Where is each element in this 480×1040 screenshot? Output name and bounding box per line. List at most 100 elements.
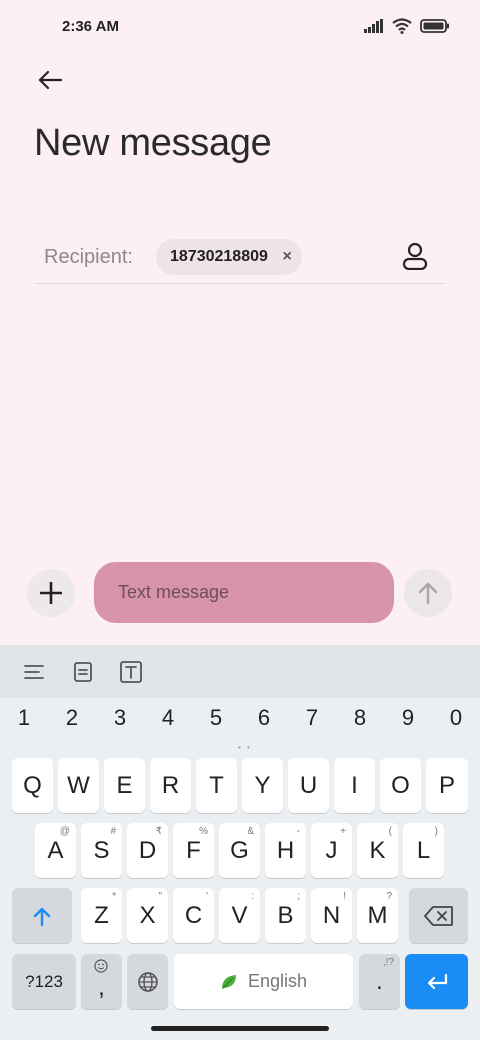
comma-key[interactable]: , [81,954,122,1009]
key-letter: X [139,901,156,929]
contact-picker-button[interactable] [402,242,428,275]
status-time: 2:36 AM [62,18,119,35]
key-f[interactable]: F% [173,823,214,878]
key-hint: ' [206,891,208,902]
key-letter: S [93,836,110,864]
key-m[interactable]: M? [357,888,398,943]
key-s[interactable]: S # [81,823,122,878]
space-key[interactable]: English [174,954,353,1009]
key-hint: & [247,826,254,837]
key-z[interactable]: Z * [81,888,122,943]
key-b[interactable]: B; [265,888,306,943]
language-key[interactable] [127,954,168,1009]
message-input[interactable] [94,562,394,623]
enter-icon [427,973,447,989]
contact-icon [402,242,428,271]
key-t[interactable]: T [196,758,237,813]
enter-key[interactable] [405,954,468,1009]
keyboard-menu-button[interactable] [21,659,47,685]
key-p[interactable]: P [426,758,468,813]
key-3[interactable]: 3 [96,705,144,731]
key-w[interactable]: W [58,758,99,813]
key-5[interactable]: 5 [192,705,240,731]
page-indicator-dots: • • [238,743,252,752]
key-q[interactable]: Q [12,758,53,813]
key-l[interactable]: L) [403,823,444,878]
battery-icon [420,19,449,33]
shift-arrow-icon [33,907,51,926]
chip-remove-icon[interactable]: × [283,248,292,266]
key-k[interactable]: K( [357,823,398,878]
compose-bar [0,560,480,630]
key-2[interactable]: 2 [48,705,96,731]
space-language-label: English [247,971,308,991]
key-letter: D [138,836,157,864]
gesture-nav-bar[interactable] [151,1026,329,1031]
key-x[interactable]: X " [127,888,168,943]
key-a[interactable]: A @ [35,823,76,878]
key-d[interactable]: D ₹ [127,823,168,878]
key-g[interactable]: G & [219,823,260,878]
menu-icon [24,665,44,679]
text-edit-button[interactable] [118,659,144,685]
key-0[interactable]: 0 [432,705,480,731]
keyboard-toolbar [0,645,480,698]
key-hint: ₹ [155,826,162,837]
keyboard: 1 2 3 4 5 6 7 8 9 0 • • Q W E R T Y U I … [0,645,480,1040]
key-4[interactable]: 4 [144,705,192,731]
status-icons [364,18,450,34]
signal-icon [364,19,383,33]
leaf-icon [221,974,236,989]
key-i[interactable]: I [334,758,375,813]
period-label: . [376,967,383,995]
send-button[interactable] [404,569,452,617]
clipboard-button[interactable] [70,659,96,685]
page-title: New message [34,122,272,164]
recipient-chip[interactable]: 18730218809 × [156,239,302,275]
key-7[interactable]: 7 [288,705,336,731]
key-9[interactable]: 9 [384,705,432,731]
message-field[interactable] [94,562,394,623]
key-hint: # [110,826,116,837]
key-letter: N [322,901,341,929]
key-8[interactable]: 8 [336,705,384,731]
backspace-icon [423,905,453,926]
key-v[interactable]: V: [219,888,260,943]
plus-icon [40,582,62,604]
key-c[interactable]: C ' [173,888,214,943]
shift-key[interactable] [12,888,72,943]
key-r[interactable]: R [150,758,191,813]
attach-button[interactable] [27,569,75,617]
key-hint: * [112,891,116,902]
space-label: English [220,971,307,992]
backspace-key[interactable] [409,888,468,943]
key-y[interactable]: Y [242,758,283,813]
comma-label: , [98,973,105,1001]
key-letter: A [47,836,64,864]
key-j[interactable]: J + [311,823,352,878]
key-o[interactable]: O [380,758,421,813]
back-button[interactable] [32,64,68,96]
key-letter: Z [94,901,109,929]
key-n[interactable]: N! [311,888,352,943]
key-u[interactable]: U [288,758,329,813]
key-hint: : [251,891,254,902]
key-hint: - [296,826,300,837]
key-letter: C [184,901,203,929]
key-letter: J [325,836,338,864]
key-letter: V [231,901,248,929]
symbols-key[interactable]: ?123 [12,954,76,1009]
key-h[interactable]: H- [265,823,306,878]
recipient-row: Recipient: 18730218809 × [36,232,444,284]
key-hint: " [158,891,162,902]
status-bar: 2:36 AM [0,0,480,56]
key-e[interactable]: E [104,758,145,813]
back-arrow-icon [38,70,63,90]
key-1[interactable]: 1 [0,705,48,731]
key-letter: G [230,836,249,864]
clipboard-icon [74,662,92,682]
period-key[interactable]: ,!? . [359,954,400,1009]
key-6[interactable]: 6 [240,705,288,731]
key-hint: @ [59,826,70,837]
recipient-label: Recipient: [44,246,133,268]
